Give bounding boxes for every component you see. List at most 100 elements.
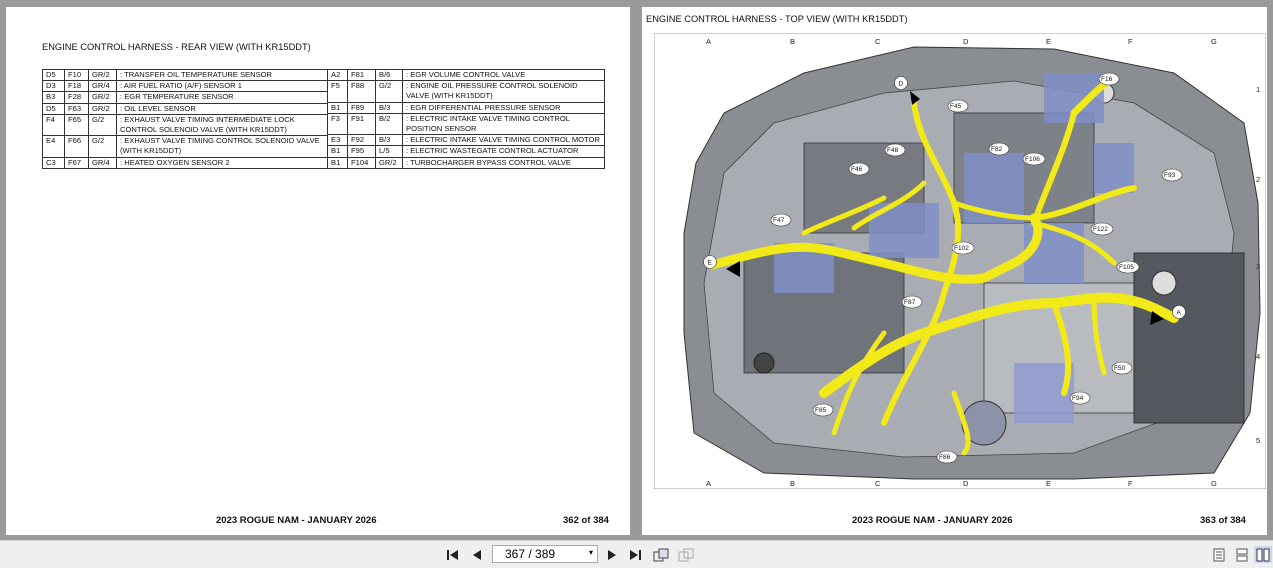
right-page-number: 363 of 384 [1200, 515, 1246, 526]
svg-text:F47: F47 [773, 217, 785, 224]
color-cell: G/2 [375, 80, 403, 103]
grid-col-label: B [790, 479, 795, 488]
grid-row-label: 4 [1256, 352, 1260, 361]
svg-text:D: D [899, 81, 904, 88]
table-row: C3 F67 GR/4: HEATED OXYGEN SENSOR 2 [42, 156, 328, 169]
grid-col-label: A [706, 37, 711, 46]
grid-cell: D5 [42, 102, 65, 115]
grid-col-label: E [1046, 37, 1051, 46]
callout-F16: F16 [1098, 72, 1120, 86]
rotate-button[interactable] [652, 546, 670, 563]
prev-page-button[interactable] [468, 546, 486, 563]
continuous-view-button[interactable] [1233, 546, 1251, 563]
description-cell: : ELECTRIC INTAKE VALVE TIMING CONTROL P… [402, 112, 605, 136]
grid-col-label: C [875, 479, 881, 488]
color-cell: G/2 [88, 135, 117, 158]
grid-cell: F5 [327, 80, 348, 103]
connector-cell: F28 [64, 91, 89, 104]
table-row: E3 F92 B/3: ELECTRIC INTAKE VALVE TIMING C… [327, 134, 605, 147]
grid-cell: D3 [42, 80, 65, 93]
first-page-button[interactable] [444, 546, 462, 563]
color-cell: G/2 [88, 113, 117, 137]
page-number-input[interactable]: 367 / 389 ▾ [492, 545, 598, 563]
svg-text:F48: F48 [887, 147, 899, 154]
connector-cell: F92 [347, 134, 376, 147]
color-cell: GR/2 [88, 68, 117, 82]
color-cell: GR/4 [88, 80, 117, 93]
description-cell: : OIL LEVEL SENSOR [116, 102, 328, 115]
description-cell: : EGR TEMPERATURE SENSOR [116, 91, 328, 104]
table-row: F4 F65 G/2: EXHAUST VALVE TIMING INTERMEDI… [42, 113, 328, 137]
two-page-view-button[interactable] [1254, 546, 1272, 563]
color-cell: GR/4 [88, 156, 117, 169]
table-row: B3 F28 GR/2: EGR TEMPERATURE SENSOR [42, 91, 328, 104]
grid-col-label: F [1128, 37, 1133, 46]
svg-text:F46: F46 [851, 166, 863, 173]
last-page-button[interactable] [626, 546, 644, 563]
right-page: ENGINE CONTROL HARNESS - TOP VIEW (WITH … [642, 7, 1267, 535]
svg-text:F93: F93 [1164, 172, 1176, 179]
svg-text:F50: F50 [1114, 365, 1126, 372]
callout-F86: F86 [936, 450, 958, 464]
grid-row-label: 1 [1256, 85, 1260, 94]
first-page-icon [447, 549, 458, 560]
left-page-footer: 2023 ROGUE NAM - JANUARY 2026 [216, 515, 377, 526]
svg-text:F85: F85 [815, 407, 827, 414]
description-cell: : TURBOCHARGER BYPASS CONTROL VALVE [402, 156, 605, 169]
table-row: D5 F10 GR/2: TRANSFER OIL TEMPERATURE SENS… [42, 68, 328, 82]
grid-col-label: F [1128, 479, 1133, 488]
table-row: D3 F18 GR/4: AIR FUEL RATIO (A/F) SENSOR 1 [42, 80, 328, 93]
svg-text:A: A [1177, 310, 1182, 317]
grid-cell: B1 [327, 145, 348, 158]
callout-F48: F48 [884, 143, 906, 157]
rotate-icon [653, 548, 669, 561]
svg-text:F82: F82 [991, 146, 1003, 153]
connector-cell: F63 [64, 102, 89, 115]
engine-illustration [683, 46, 1261, 480]
connector-cell: F67 [64, 156, 89, 169]
grid-col-label: D [963, 479, 969, 488]
callout-F122: F122 [1090, 222, 1114, 236]
description-cell: : HEATED OXYGEN SENSOR 2 [116, 156, 328, 169]
table-row: B1 F104 GR/2: TURBOCHARGER BYPASS CONTROL … [327, 156, 605, 169]
table-row: F3 F91 B/2: ELECTRIC INTAKE VALVE TIMING C… [327, 112, 605, 136]
grid-cell: B3 [42, 91, 65, 104]
grid-col-label: G [1211, 479, 1217, 488]
callout-F45: F45 [947, 99, 969, 113]
connector-cell: F66 [64, 135, 89, 158]
chevron-down-icon: ▾ [588, 548, 593, 557]
rotate-alt-button[interactable] [677, 546, 695, 563]
grid-col-label: C [875, 37, 881, 46]
svg-text:F45: F45 [950, 103, 962, 110]
svg-text:F106: F106 [1025, 156, 1040, 163]
grid-col-label: A [706, 479, 711, 488]
next-page-button[interactable] [603, 546, 621, 563]
arrow-callout-E: E [703, 255, 717, 269]
callout-F47: F47 [770, 213, 792, 227]
grid-cell: A2 [327, 68, 348, 82]
connector-cell: F91 [347, 112, 376, 136]
connector-cell: F88 [347, 80, 376, 103]
arrow-callout-A: A [1172, 305, 1186, 319]
grid-cell: B1 [327, 101, 348, 114]
callout-F105: F105 [1116, 260, 1140, 274]
table-row: E4 F66 G/2: EXHAUST VALVE TIMING CONTROL S… [42, 135, 328, 158]
next-page-icon [608, 549, 616, 560]
prev-page-icon [473, 549, 481, 560]
left-page-number: 362 of 384 [563, 515, 609, 526]
connector-table-right: A2 F81 B/6: EGR VOLUME CONTROL VALVE F5 F88 G… [327, 68, 605, 169]
grid-row-label: 5 [1256, 436, 1260, 445]
callout-F87: F87 [901, 295, 923, 309]
viewer-toolbar: 367 / 389 ▾ [0, 540, 1273, 568]
single-page-view-button[interactable] [1210, 546, 1228, 563]
color-cell: GR/2 [88, 91, 117, 104]
callout-F94: F94 [1069, 391, 1091, 405]
arrow-callout-D: D [894, 76, 908, 90]
callout-F102: F102 [951, 241, 975, 255]
callout-F106: F106 [1022, 152, 1046, 166]
connector-cell: F10 [64, 68, 89, 82]
connector-cell: F104 [347, 156, 376, 169]
grid-row-label: 2 [1256, 175, 1260, 184]
table-row: A2 F81 B/6: EGR VOLUME CONTROL VALVE [327, 68, 605, 82]
grid-columns-top: A B C D E F G [706, 37, 1217, 46]
